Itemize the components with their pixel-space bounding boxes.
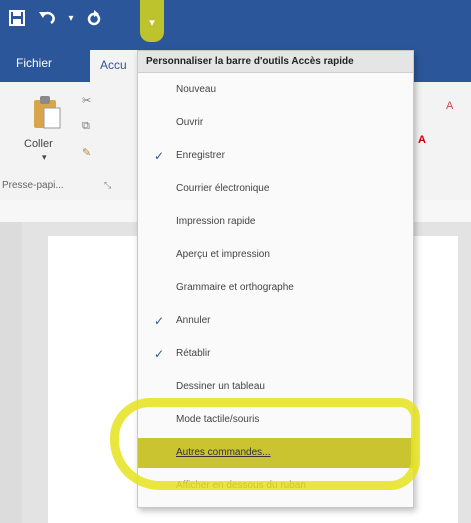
format-painter-icon[interactable]: ✎ [82,146,91,159]
menu-item-2[interactable]: ✓ Enregistrer [138,141,413,171]
menu-item-5[interactable]: Aperçu et impression [138,240,413,270]
menu-item-label: Impression rapide [176,216,256,227]
clipboard-group-label: Presse-papi... [2,180,64,191]
menu-item-label: Ouvrir [176,117,204,128]
cut-icon[interactable]: ✂ [82,94,91,107]
menu-item-1[interactable]: Ouvrir [138,108,413,138]
menu-item-label: Courrier électronique [176,183,270,194]
menu-item-label: Enregistrer [176,150,225,161]
menu-item-label: Aperçu et impression [176,249,270,260]
menu-item-label: Nouveau [176,84,217,95]
check-icon: ✓ [153,149,165,163]
menu-item-3[interactable]: Courrier électronique [138,174,413,204]
paste-label[interactable]: Coller [24,138,53,150]
menu-item-6[interactable]: Grammaire et orthographe [138,273,413,303]
tab-file[interactable]: Fichier [16,56,52,70]
menu-item-4[interactable]: Impression rapide [138,207,413,237]
tab-home[interactable]: Accu [90,50,137,82]
menu-item-label: Annuler [176,315,211,326]
font-color-icon[interactable]: A [418,134,426,146]
menu-item-8[interactable]: ✓ Rétablir [138,339,413,369]
chevron-down-icon[interactable]: ▾ [143,14,161,32]
check-icon: ✓ [153,314,165,328]
redo-icon[interactable] [85,10,103,28]
paste-dropdown-icon[interactable]: ▾ [42,152,47,163]
paste-button[interactable] [30,94,62,130]
menu-item-label: Rétablir [176,348,211,359]
menu-item-0[interactable]: Nouveau [138,75,413,105]
highlight-mark-more-commands [110,398,420,490]
check-icon: ✓ [153,347,165,361]
menu-item-7[interactable]: ✓ Annuler [138,306,413,336]
menu-title: Personnaliser la barre d'outils Accès ra… [138,51,413,73]
vertical-ruler [0,222,22,523]
undo-icon[interactable] [38,10,56,28]
menu-item-label: Grammaire et orthographe [176,282,294,293]
title-bar: ▾ ▾ [0,0,471,46]
undo-dropdown-icon[interactable]: ▾ [62,10,80,28]
clipboard-launcher-icon[interactable]: ⤡ [104,180,111,191]
clear-format-icon[interactable]: A [446,100,453,112]
save-icon[interactable] [8,10,26,28]
copy-icon[interactable]: ⧉ [82,120,90,133]
